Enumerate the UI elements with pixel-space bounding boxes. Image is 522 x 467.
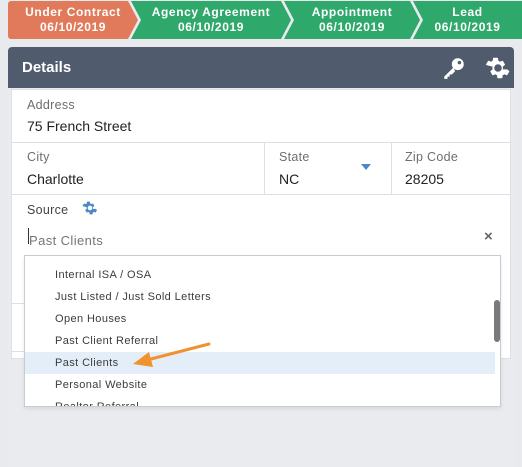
list-item[interactable]: Open Houses — [25, 308, 495, 330]
city-label: City — [27, 150, 50, 164]
details-header: Details — [8, 47, 514, 88]
list-item[interactable]: Just Listed / Just Sold Letters — [25, 286, 495, 308]
scrollbar-thumb[interactable] — [494, 300, 500, 342]
key-icon[interactable] — [441, 55, 467, 81]
source-search-input[interactable] — [27, 224, 509, 256]
stage-under-contract[interactable]: Under Contract 06/10/2019 — [8, 1, 138, 39]
list-item[interactable]: Realtor Referral — [25, 396, 495, 406]
stage-agency-agreement[interactable]: Agency Agreement 06/10/2019 — [131, 1, 291, 39]
close-icon[interactable]: × — [484, 228, 493, 245]
pipeline-stages: Under Contract 06/10/2019 Agency Agreeme… — [0, 0, 522, 40]
city-state-zip-row: City Charlotte State NC Zip Code 28205 — [12, 142, 510, 195]
list-item-highlighted[interactable]: Past Clients — [25, 352, 495, 374]
gear-icon[interactable] — [82, 200, 98, 216]
list-item[interactable]: Internal ISA / OSA — [25, 264, 495, 286]
chevron-down-icon[interactable] — [361, 164, 371, 170]
source-dropdown: Internal ISA / OSA Just Listed / Just So… — [24, 255, 501, 407]
zip-label: Zip Code — [405, 150, 459, 164]
stage-date: 06/10/2019 — [434, 20, 501, 34]
list-item[interactable]: Personal Website — [25, 374, 495, 396]
stage-date: 06/10/2019 — [177, 20, 245, 34]
address-row: Address 75 French Street — [12, 90, 510, 143]
address-label: Address — [27, 98, 75, 112]
stage-name: Lead — [452, 5, 483, 19]
gear-icon[interactable] — [485, 55, 511, 81]
stage-name: Agency Agreement — [151, 5, 271, 19]
address-field[interactable]: 75 French Street — [27, 118, 131, 134]
divider — [264, 142, 265, 194]
stage-name: Under Contract — [25, 5, 121, 19]
text-cursor — [28, 228, 29, 244]
zip-field[interactable]: 28205 — [405, 171, 444, 187]
stage-appointment[interactable]: Appointment 06/10/2019 — [284, 1, 420, 39]
city-field[interactable]: Charlotte — [27, 171, 84, 187]
state-label: State — [279, 150, 310, 164]
state-select[interactable]: NC — [279, 171, 299, 187]
stage-date: 06/10/2019 — [39, 20, 107, 34]
list-item[interactable]: Past Client Referral — [25, 330, 495, 352]
divider — [391, 142, 392, 194]
arrow-annotation-icon — [133, 342, 211, 367]
stage-lead[interactable]: Lead 06/10/2019 — [413, 1, 522, 39]
stage-name: Appointment — [311, 5, 393, 19]
stage-date: 06/10/2019 — [318, 20, 386, 34]
source-label: Source — [27, 203, 69, 217]
panel-title: Details — [22, 59, 72, 76]
